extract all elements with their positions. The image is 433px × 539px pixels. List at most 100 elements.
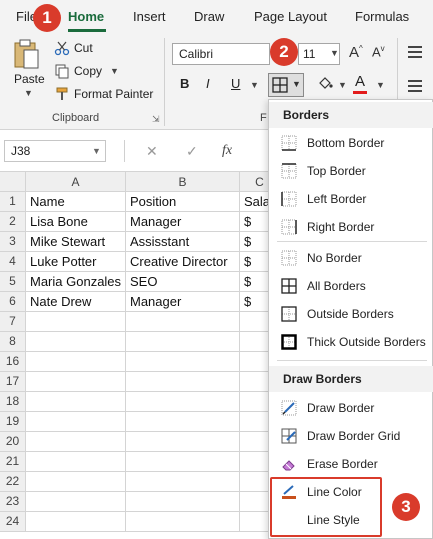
right-border-icon (281, 219, 297, 235)
fill-color-icon[interactable] (316, 74, 334, 92)
font-size-chevron-icon[interactable]: ▼ (330, 48, 339, 58)
row-header[interactable]: 3 (0, 232, 26, 252)
fill-color-chevron-icon[interactable]: ▼ (338, 80, 347, 90)
format-painter-button[interactable]: Format Painter (54, 86, 153, 102)
grid-cell[interactable] (26, 492, 126, 512)
grid-cell[interactable] (26, 392, 126, 412)
grid-cell[interactable] (126, 372, 240, 392)
menu-item-top-border[interactable]: Top Border (269, 158, 433, 184)
grid-cell[interactable] (126, 472, 240, 492)
paste-icon[interactable] (12, 38, 40, 70)
grid-cell[interactable]: Mike Stewart (26, 232, 126, 252)
dialog-launcher-icon[interactable]: ⇲ (152, 114, 160, 125)
grid-cell[interactable] (126, 312, 240, 332)
grid-cell[interactable] (26, 452, 126, 472)
grid-cell[interactable] (26, 512, 126, 532)
column-header-a[interactable]: A (26, 172, 126, 192)
menu-item-erase-border[interactable]: Erase Border (269, 451, 433, 477)
row-header[interactable]: 8 (0, 332, 26, 352)
row-header[interactable]: 16 (0, 352, 26, 372)
row-header[interactable]: 6 (0, 292, 26, 312)
grid-cell[interactable] (126, 412, 240, 432)
insert-function-icon[interactable]: fx (222, 143, 232, 159)
menu-item-all-borders[interactable]: All Borders (269, 273, 433, 299)
grid-cell[interactable]: Manager (126, 292, 240, 312)
bold-button[interactable]: B (180, 76, 189, 91)
grid-cell[interactable] (126, 452, 240, 472)
row-header[interactable]: 2 (0, 212, 26, 232)
paste-chevron-icon[interactable]: ▼ (24, 88, 33, 98)
row-header[interactable]: 18 (0, 392, 26, 412)
grid-cell[interactable] (26, 412, 126, 432)
indent-icon[interactable] (408, 80, 422, 95)
grid-cell[interactable] (126, 432, 240, 452)
cut-button[interactable]: Cut (54, 40, 93, 56)
tab-insert[interactable]: Insert (133, 9, 166, 24)
row-header[interactable]: 4 (0, 252, 26, 272)
grid-cell[interactable]: Maria Gonzales (26, 272, 126, 292)
grid-cell[interactable] (126, 492, 240, 512)
grid-cell[interactable] (26, 472, 126, 492)
row-header[interactable]: 23 (0, 492, 26, 512)
row-header[interactable]: 24 (0, 512, 26, 532)
menu-item-draw-border-grid[interactable]: Draw Border Grid (269, 423, 433, 449)
column-header-b[interactable]: B (126, 172, 240, 192)
grid-cell[interactable]: Assisstant (126, 232, 240, 252)
row-header[interactable]: 19 (0, 412, 26, 432)
name-box[interactable]: J38 (4, 140, 106, 162)
italic-button[interactable]: I (206, 76, 210, 91)
align-icon[interactable] (408, 46, 422, 61)
tab-draw[interactable]: Draw (194, 9, 224, 24)
borders-button[interactable]: ▼ (268, 73, 304, 97)
grid-cell[interactable] (126, 392, 240, 412)
underline-button[interactable]: U (231, 76, 240, 91)
grid-cell[interactable] (26, 332, 126, 352)
cancel-icon[interactable]: ✕ (146, 143, 158, 160)
menu-item-label: All Borders (307, 279, 366, 293)
paste-button[interactable]: Paste (14, 72, 45, 86)
grid-cell[interactable] (26, 352, 126, 372)
row-header[interactable]: 22 (0, 472, 26, 492)
grid-cell[interactable] (26, 312, 126, 332)
grid-cell[interactable]: SEO (126, 272, 240, 292)
tab-formulas[interactable]: Formulas (355, 9, 409, 24)
font-color-icon[interactable]: A (355, 73, 365, 90)
decrease-font-icon[interactable]: Av (372, 44, 385, 59)
menu-item-thick-outside-borders[interactable]: Thick Outside Borders (269, 329, 433, 355)
menu-item-bottom-border[interactable]: Bottom Border (269, 130, 433, 156)
row-header[interactable]: 21 (0, 452, 26, 472)
menu-item-draw-border[interactable]: Draw Border (269, 395, 433, 421)
grid-cell[interactable] (126, 332, 240, 352)
tab-page-layout[interactable]: Page Layout (254, 9, 327, 24)
enter-icon[interactable]: ✓ (186, 143, 198, 160)
row-header[interactable]: 5 (0, 272, 26, 292)
grid-cell[interactable] (26, 372, 126, 392)
font-name-box[interactable]: Calibri (172, 43, 270, 65)
menu-item-outside-borders[interactable]: Outside Borders (269, 301, 433, 327)
grid-cell[interactable]: Lisa Bone (26, 212, 126, 232)
select-all-corner[interactable] (0, 172, 26, 192)
font-color-chevron-icon[interactable]: ▼ (376, 80, 385, 90)
row-header[interactable]: 20 (0, 432, 26, 452)
tab-home[interactable]: Home (68, 9, 104, 24)
grid-cell[interactable]: Manager (126, 212, 240, 232)
grid-cell[interactable] (126, 352, 240, 372)
copy-chevron-icon[interactable]: ▼ (110, 66, 119, 76)
menu-item-right-border[interactable]: Right Border (269, 214, 433, 240)
grid-cell[interactable] (126, 512, 240, 532)
increase-font-icon[interactable]: A^ (349, 44, 363, 61)
grid-cell[interactable]: Position (126, 192, 240, 212)
row-header[interactable]: 7 (0, 312, 26, 332)
underline-chevron-icon[interactable]: ▼ (250, 80, 259, 90)
menu-item-left-border[interactable]: Left Border (269, 186, 433, 212)
grid-cell[interactable] (26, 432, 126, 452)
grid-cell[interactable]: Creative Director (126, 252, 240, 272)
menu-item-no-border[interactable]: No Border (269, 245, 433, 271)
grid-cell[interactable]: Luke Potter (26, 252, 126, 272)
copy-button[interactable]: Copy ▼ (54, 63, 119, 79)
grid-cell[interactable]: Name (26, 192, 126, 212)
grid-cell[interactable]: Nate Drew (26, 292, 126, 312)
name-box-chevron-icon[interactable]: ▼ (92, 146, 101, 156)
row-header[interactable]: 1 (0, 192, 26, 212)
row-header[interactable]: 17 (0, 372, 26, 392)
